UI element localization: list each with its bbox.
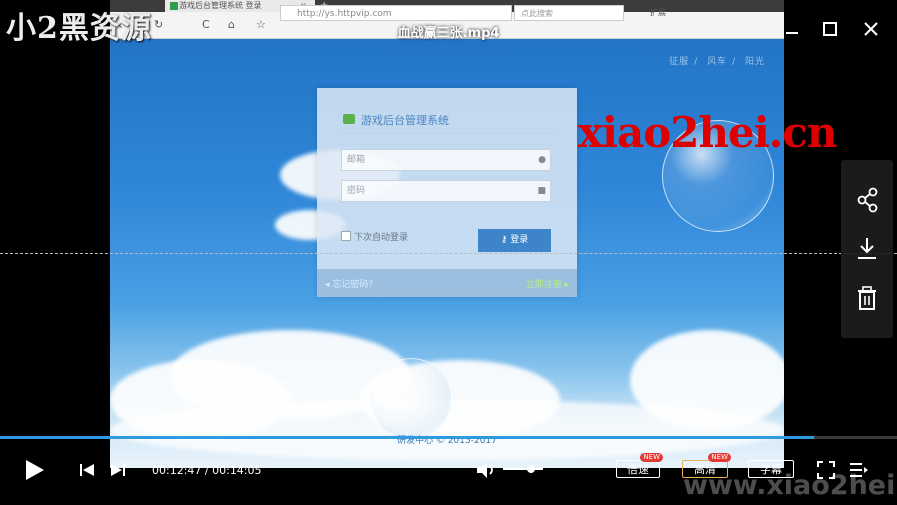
skip-back-icon: [80, 464, 94, 476]
forgot-label: 忘记密码?: [332, 280, 374, 290]
user-icon: ●: [538, 155, 546, 165]
volume-button[interactable]: [476, 461, 498, 479]
login-card: 游戏后台管理系统 邮箱 ● 密码 ■ 下次自动登录 ⚷ 登录 ◂ 忘记密码? 立…: [317, 88, 577, 297]
delete-button[interactable]: [841, 284, 893, 314]
volume-knob[interactable]: [527, 465, 535, 473]
minimize-icon: [786, 32, 798, 34]
close-button[interactable]: [861, 19, 881, 39]
progress-fill: [0, 436, 814, 439]
next-button[interactable]: [110, 462, 126, 478]
volume-icon: [477, 462, 493, 478]
trash-icon: [858, 286, 876, 310]
remember-checkbox[interactable]: [341, 231, 351, 241]
email-field[interactable]: 邮箱 ●: [341, 149, 551, 171]
login-card-footer: ◂ 忘记密码? 立即注册 ▸: [317, 269, 577, 297]
forgot-password-link[interactable]: ◂ 忘记密码?: [325, 277, 373, 290]
register-link[interactable]: 立即注册 ▸: [526, 277, 569, 290]
previous-button[interactable]: [79, 462, 95, 478]
minimize-button[interactable]: [782, 19, 802, 39]
duration: 00:14:05: [212, 464, 262, 477]
side-action-panel: [841, 160, 893, 338]
title-divider: [341, 133, 553, 134]
new-badge: NEW: [640, 453, 663, 462]
top-link: 征服: [669, 57, 690, 67]
play-icon: [26, 460, 44, 480]
copyright-text: 研发中心 © 2015-2017: [397, 436, 497, 446]
guide-line: [0, 253, 897, 254]
login-button[interactable]: ⚷ 登录: [478, 229, 551, 252]
lock-icon: ■: [537, 186, 546, 196]
coffee-cup-icon: [343, 114, 355, 124]
download-icon: [858, 238, 876, 259]
top-link: 阳光: [744, 57, 765, 67]
email-placeholder: 邮箱: [347, 155, 366, 165]
browser-url-bar: http://ys.httpvip.com: [280, 5, 512, 21]
volume-slider[interactable]: [503, 468, 543, 470]
login-button-label: 登录: [510, 235, 529, 245]
share-icon: [857, 187, 878, 213]
share-button[interactable]: [841, 185, 893, 215]
login-title: 游戏后台管理系统: [361, 114, 449, 127]
maximize-button[interactable]: [820, 19, 840, 39]
remember-label: 下次自动登录: [354, 233, 409, 243]
speed-button[interactable]: 倍速 NEW: [616, 453, 663, 478]
page-top-links: 征服 / 风车 / 阳光: [669, 57, 765, 67]
download-button[interactable]: [841, 234, 893, 264]
browser-search-box: 点此搜索: [514, 5, 624, 21]
password-placeholder: 密码: [347, 186, 366, 196]
password-field[interactable]: 密码 ■: [341, 180, 551, 202]
time-display: 00:12:47 / 00:14:05: [152, 464, 262, 477]
maximize-icon: [823, 22, 837, 36]
current-time: 00:12:47: [152, 464, 202, 477]
close-icon: [864, 22, 878, 36]
new-badge: NEW: [708, 453, 731, 462]
bubble-decoration: [370, 358, 452, 440]
key-icon: ⚷: [500, 235, 511, 245]
arrow-right-icon: ▸: [561, 280, 569, 290]
top-link: 风车: [707, 57, 728, 67]
register-label: 立即注册: [525, 280, 562, 290]
speed-label: 倍速: [627, 463, 649, 476]
red-watermark: xiao2hei.cn: [578, 108, 837, 157]
skip-forward-icon: [111, 464, 125, 476]
bottom-watermark: www.xiao2hei.cn: [683, 470, 897, 501]
video-player: 游戏后台管理系统 登录 × + ‹ › ↻ C ⌂ ☆ http://ys.ht…: [0, 0, 897, 505]
video-frame[interactable]: 游戏后台管理系统 登录 × + ‹ › ↻ C ⌂ ☆ http://ys.ht…: [110, 0, 784, 468]
remember-me[interactable]: 下次自动登录: [341, 230, 408, 243]
play-button[interactable]: [24, 458, 46, 482]
tab-favicon-icon: [170, 2, 178, 10]
video-title: 血战赢三张.mp4: [397, 26, 500, 41]
extensions-label: 扩展: [650, 8, 666, 17]
